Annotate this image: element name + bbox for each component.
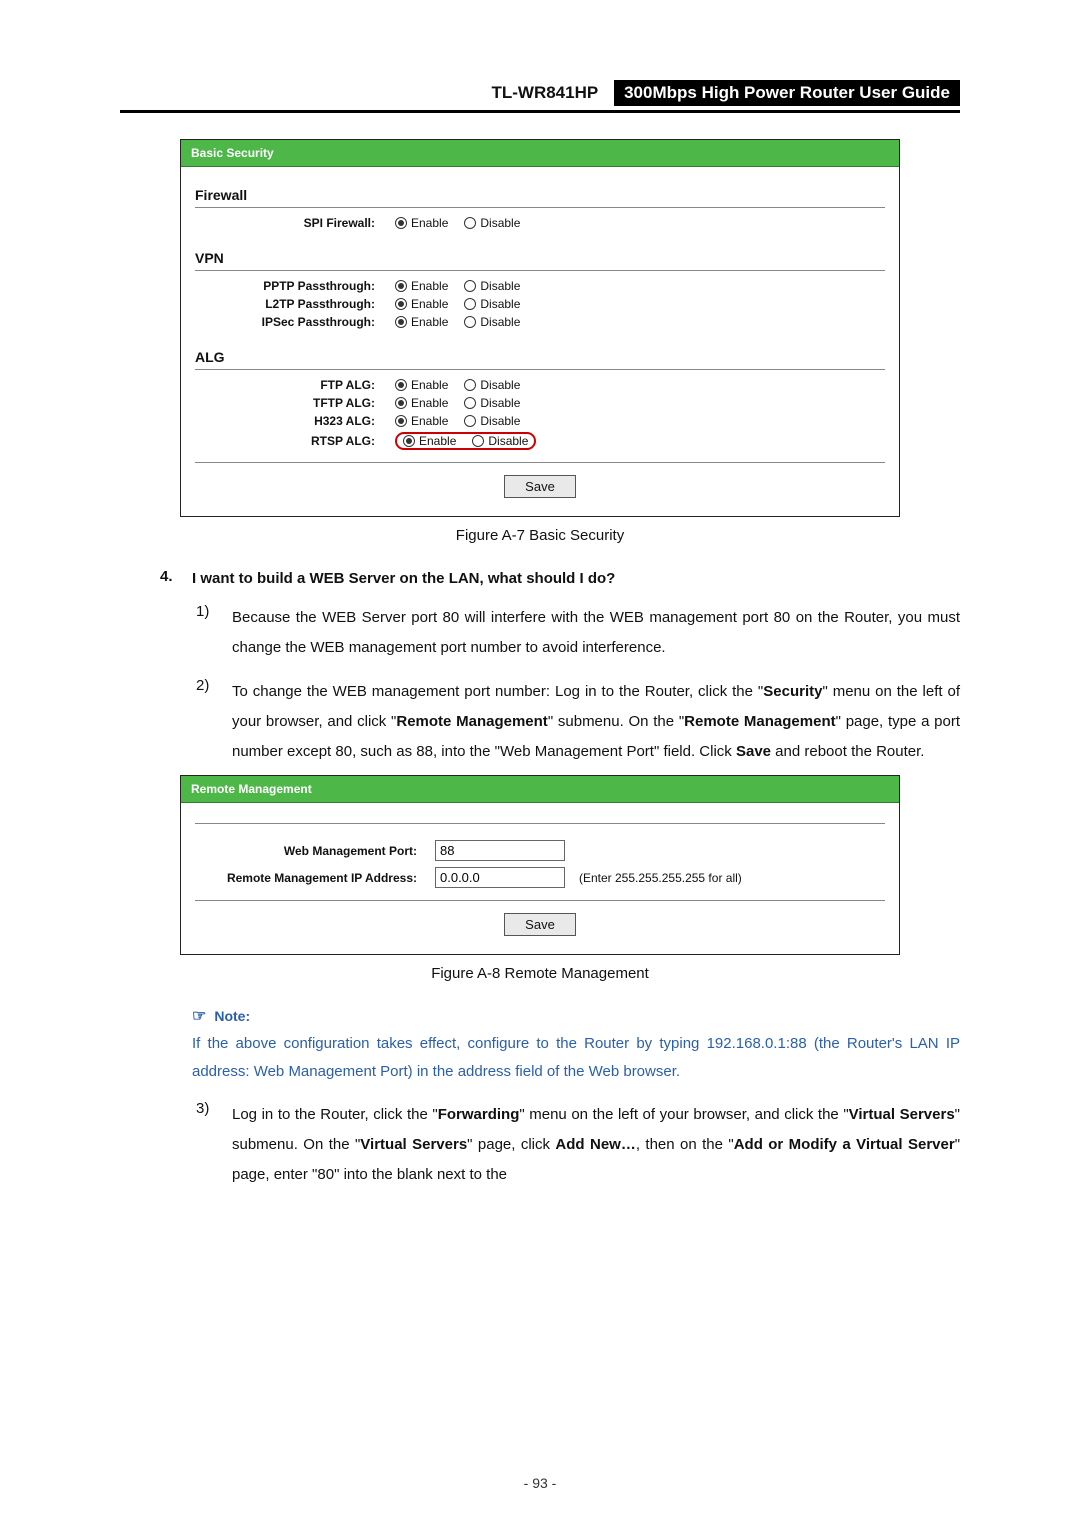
q4-text: I want to build a WEB Server on the LAN,…	[192, 568, 960, 589]
radio-dot-icon	[395, 415, 407, 427]
radio-l2tp-enable[interactable]: Enable	[395, 297, 448, 311]
doc-title: 300Mbps High Power Router User Guide	[614, 80, 960, 106]
radio-circle-icon	[464, 397, 476, 409]
radio-circle-icon	[464, 379, 476, 391]
row-h323-alg: H323 ALG: Enable Disable	[195, 414, 885, 428]
radio-dot-icon	[403, 435, 415, 447]
radio-dot-icon	[395, 217, 407, 229]
row-l2tp: L2TP Passthrough: Enable Disable	[195, 297, 885, 311]
row-pptp: PPTP Passthrough: Enable Disable	[195, 279, 885, 293]
step2-text: To change the WEB management port number…	[232, 677, 960, 767]
label-ipsec: IPSec Passthrough:	[195, 315, 395, 329]
row-rtsp-alg: RTSP ALG: Enable Disable	[195, 432, 885, 450]
radio-dot-icon	[395, 280, 407, 292]
question-4: 4. I want to build a WEB Server on the L…	[160, 568, 960, 589]
radio-circle-icon	[472, 435, 484, 447]
panel-title: Basic Security	[181, 140, 899, 167]
radio-tftp-disable[interactable]: Disable	[464, 396, 520, 410]
label-spi-firewall: SPI Firewall:	[195, 216, 395, 230]
label-pptp: PPTP Passthrough:	[195, 279, 395, 293]
label-ftp-alg: FTP ALG:	[195, 378, 395, 392]
radio-circle-icon	[464, 298, 476, 310]
step3-text: Log in to the Router, click the "Forward…	[232, 1100, 960, 1190]
radio-h323-enable[interactable]: Enable	[395, 414, 448, 428]
radio-ipsec-disable[interactable]: Disable	[464, 315, 520, 329]
radio-circle-icon	[464, 415, 476, 427]
step3-num: 3)	[196, 1100, 232, 1190]
note-heading: Note:	[214, 1008, 250, 1024]
save-button[interactable]: Save	[504, 475, 576, 498]
radio-h323-disable[interactable]: Disable	[464, 414, 520, 428]
section-firewall: Firewall	[195, 181, 885, 208]
label-web-port: Web Management Port:	[195, 844, 435, 858]
step-3: 3) Log in to the Router, click the "Forw…	[196, 1100, 960, 1190]
doc-header: TL-WR841HP 300Mbps High Power Router Use…	[120, 80, 960, 113]
input-web-port[interactable]	[435, 840, 565, 861]
radio-dot-icon	[395, 316, 407, 328]
q4-number: 4.	[160, 568, 192, 589]
row-remote-ip: Remote Management IP Address: (Enter 255…	[195, 867, 885, 888]
step2-num: 2)	[196, 677, 232, 767]
radio-rtsp-enable[interactable]: Enable	[403, 434, 456, 448]
step-2: 2) To change the WEB management port num…	[196, 677, 960, 767]
figure-a7-panel: Basic Security Firewall SPI Firewall: En…	[180, 139, 900, 517]
panel-title-rm: Remote Management	[181, 776, 899, 803]
radio-tftp-enable[interactable]: Enable	[395, 396, 448, 410]
section-alg: ALG	[195, 343, 885, 370]
page-number: - 93 -	[0, 1475, 1080, 1491]
label-h323-alg: H323 ALG:	[195, 414, 395, 428]
radio-spi-disable[interactable]: Disable	[464, 216, 520, 230]
label-remote-ip: Remote Management IP Address:	[195, 871, 435, 885]
radio-ftp-enable[interactable]: Enable	[395, 378, 448, 392]
label-l2tp: L2TP Passthrough:	[195, 297, 395, 311]
radio-pptp-enable[interactable]: Enable	[395, 279, 448, 293]
radio-circle-icon	[464, 316, 476, 328]
hint-remote-ip: (Enter 255.255.255.255 for all)	[579, 871, 742, 885]
pointing-hand-icon: ☞	[192, 1006, 206, 1026]
row-tftp-alg: TFTP ALG: Enable Disable	[195, 396, 885, 410]
radio-rtsp-disable[interactable]: Disable	[472, 434, 528, 448]
save-button-rm[interactable]: Save	[504, 913, 576, 936]
figure-a8-panel: Remote Management Web Management Port: R…	[180, 775, 900, 955]
label-tftp-alg: TFTP ALG:	[195, 396, 395, 410]
rtsp-highlight-oval: Enable Disable	[395, 432, 536, 450]
row-web-port: Web Management Port:	[195, 840, 885, 861]
figure-a7-caption: Figure A-7 Basic Security	[120, 527, 960, 544]
row-ftp-alg: FTP ALG: Enable Disable	[195, 378, 885, 392]
note-text: If the above configuration takes effect,…	[192, 1030, 960, 1086]
radio-l2tp-disable[interactable]: Disable	[464, 297, 520, 311]
input-remote-ip[interactable]	[435, 867, 565, 888]
radio-dot-icon	[395, 298, 407, 310]
step-1: 1) Because the WEB Server port 80 will i…	[196, 603, 960, 663]
step1-text: Because the WEB Server port 80 will inte…	[232, 603, 960, 663]
radio-spi-enable[interactable]: Enable	[395, 216, 448, 230]
radio-circle-icon	[464, 280, 476, 292]
step1-num: 1)	[196, 603, 232, 663]
radio-circle-icon	[464, 217, 476, 229]
row-spi-firewall: SPI Firewall: Enable Disable	[195, 216, 885, 230]
radio-dot-icon	[395, 397, 407, 409]
note-block: ☞ Note: If the above configuration takes…	[192, 1006, 960, 1086]
model-number: TL-WR841HP	[491, 83, 598, 102]
figure-a8-caption: Figure A-8 Remote Management	[120, 965, 960, 982]
radio-dot-icon	[395, 379, 407, 391]
label-rtsp-alg: RTSP ALG:	[195, 434, 395, 448]
section-vpn: VPN	[195, 244, 885, 271]
radio-pptp-disable[interactable]: Disable	[464, 279, 520, 293]
radio-ipsec-enable[interactable]: Enable	[395, 315, 448, 329]
radio-ftp-disable[interactable]: Disable	[464, 378, 520, 392]
row-ipsec: IPSec Passthrough: Enable Disable	[195, 315, 885, 329]
